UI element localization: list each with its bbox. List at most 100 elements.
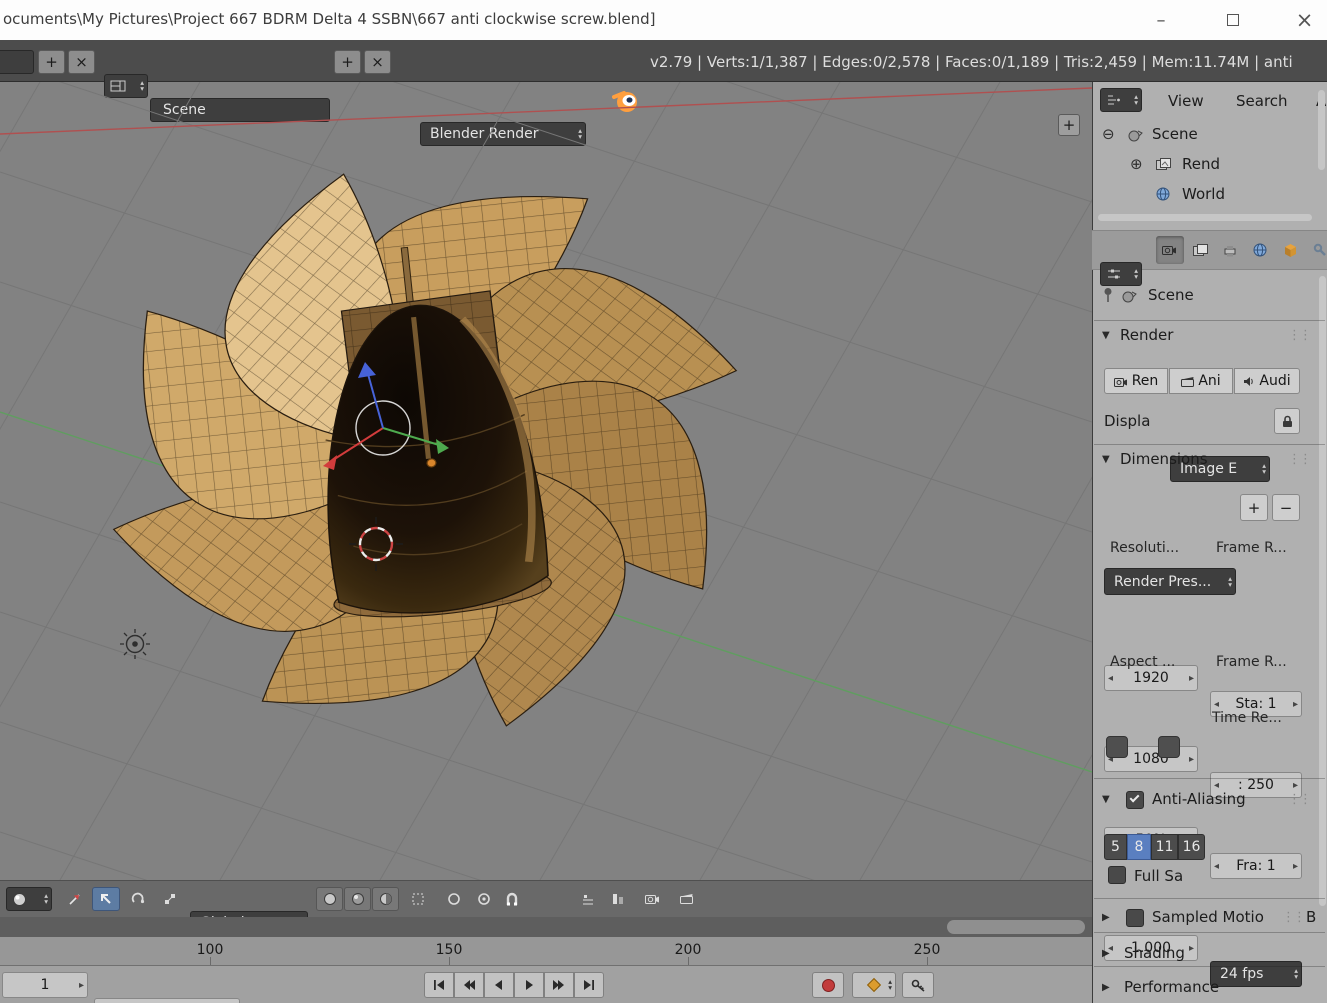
snap-align-button[interactable] bbox=[604, 887, 631, 911]
snap-toggle-button[interactable] bbox=[500, 887, 524, 911]
collapse-arrow-icon[interactable]: ▶ bbox=[1102, 912, 1110, 923]
outliner-vscrollbar[interactable] bbox=[1318, 90, 1325, 170]
delete-scene-button[interactable]: × bbox=[364, 50, 391, 74]
keying-set-button[interactable]: ▴▾ bbox=[852, 972, 896, 998]
add-scene-button[interactable]: + bbox=[334, 50, 361, 74]
time-remap-label: Time Re... bbox=[1212, 710, 1282, 726]
render-audio-button[interactable]: Audi bbox=[1234, 368, 1300, 394]
region-expand-button[interactable]: + bbox=[1058, 114, 1080, 136]
lamp-object[interactable] bbox=[120, 629, 150, 659]
frame-step-field[interactable]: ◂Fra: 1▸ bbox=[1210, 853, 1302, 879]
remove-preset-button[interactable]: − bbox=[1272, 494, 1300, 521]
dimensions-panel-title[interactable]: Dimensions bbox=[1120, 450, 1208, 468]
pin-icon[interactable] bbox=[1102, 287, 1114, 303]
close-button[interactable]: × bbox=[1282, 0, 1327, 40]
render-panel-title[interactable]: Render bbox=[1120, 326, 1173, 344]
outliner-search-menu[interactable]: Search bbox=[1236, 92, 1288, 110]
sampled-motion-panel-title[interactable]: Sampled Motio bbox=[1152, 908, 1264, 926]
pivot-sphere-button[interactable] bbox=[316, 887, 343, 911]
minimize-button[interactable]: – bbox=[1138, 0, 1184, 40]
delete-layout-button[interactable]: × bbox=[68, 50, 95, 74]
aa-samples-11-button[interactable]: 11 bbox=[1151, 834, 1178, 860]
collapse-arrow-icon[interactable]: ▼ bbox=[1102, 454, 1110, 465]
tab-object[interactable] bbox=[1276, 236, 1304, 264]
tab-world[interactable] bbox=[1246, 236, 1274, 264]
shading-sphere-button[interactable] bbox=[344, 887, 371, 911]
fps-select[interactable]: 24 fps▴▾ bbox=[1210, 961, 1302, 987]
maximize-button[interactable] bbox=[1210, 0, 1256, 40]
expand-toggle-icon[interactable]: ⊖ bbox=[1102, 125, 1115, 143]
manipulator-translate-button[interactable] bbox=[92, 887, 120, 911]
propeller-mesh[interactable] bbox=[70, 127, 779, 772]
lock-interface-button[interactable] bbox=[1274, 408, 1300, 434]
timeline-ruler[interactable]: 100 150 200 250 bbox=[0, 937, 1092, 965]
close-icon: × bbox=[371, 53, 384, 71]
collapse-arrow-icon[interactable]: ▼ bbox=[1102, 794, 1110, 805]
panel-grip-icon[interactable]: ⋮⋮ bbox=[1288, 452, 1310, 467]
properties-vscrollbar[interactable] bbox=[1319, 276, 1326, 906]
prev-keyframe-button[interactable] bbox=[454, 972, 484, 998]
timeline-scrollbar-track[interactable] bbox=[0, 917, 1092, 937]
antialiasing-panel-title[interactable]: Anti-Aliasing bbox=[1152, 790, 1246, 808]
tab-scene[interactable] bbox=[1216, 236, 1244, 264]
scale-icon bbox=[163, 892, 177, 906]
viewport-canvas[interactable] bbox=[0, 82, 1092, 880]
render-preset-select[interactable]: Render Pres... ▴▾ bbox=[1104, 568, 1236, 595]
outliner-item-renderlayers[interactable]: Rend bbox=[1182, 155, 1220, 173]
manipulator-toggle-button[interactable] bbox=[60, 887, 88, 911]
tab-render[interactable] bbox=[1156, 236, 1184, 264]
pivot-center-button[interactable] bbox=[440, 887, 467, 911]
render-animation-button[interactable]: Ani bbox=[1169, 368, 1233, 394]
frame-start-field[interactable]: 1 ▸ bbox=[2, 972, 88, 998]
outliner-item-scene[interactable]: Scene bbox=[1152, 125, 1198, 143]
shading-panel-title[interactable]: Shading bbox=[1124, 944, 1185, 962]
matcap-sphere-button[interactable] bbox=[372, 887, 399, 911]
manipulator-scale-button[interactable] bbox=[156, 887, 184, 911]
snap-target-button[interactable] bbox=[574, 887, 601, 911]
manipulator-rotate-button[interactable] bbox=[124, 887, 152, 911]
tab-modifiers[interactable] bbox=[1306, 236, 1327, 264]
performance-panel-title[interactable]: Performance bbox=[1124, 978, 1219, 996]
render-image-button[interactable]: Ren bbox=[1104, 368, 1168, 394]
border-checkbox[interactable] bbox=[1106, 736, 1128, 758]
properties-editor-select[interactable]: ▴▾ bbox=[1100, 262, 1142, 286]
panel-grip-icon[interactable]: ⋮⋮ bbox=[1288, 328, 1310, 343]
outliner-hscrollbar[interactable] bbox=[1098, 214, 1312, 221]
collapse-arrow-icon[interactable]: ▼ bbox=[1102, 330, 1110, 341]
jump-to-end-button[interactable] bbox=[574, 972, 604, 998]
expand-toggle-icon[interactable]: ⊕ bbox=[1130, 155, 1143, 173]
panel-grip-icon[interactable]: ⋮⋮ bbox=[1288, 792, 1310, 807]
add-preset-button[interactable]: + bbox=[1240, 494, 1268, 521]
pivot-point-button[interactable] bbox=[470, 887, 497, 911]
close-icon: × bbox=[1296, 8, 1314, 32]
insert-keyframe-button[interactable] bbox=[902, 972, 934, 998]
proportional-edit-button[interactable] bbox=[404, 887, 431, 911]
mode-selector[interactable]: ▴▾ bbox=[6, 887, 52, 911]
outliner-item-world[interactable]: World bbox=[1182, 185, 1226, 203]
sampled-motion-checkbox[interactable] bbox=[1126, 909, 1144, 927]
play-reverse-button[interactable] bbox=[484, 972, 514, 998]
next-keyframe-button[interactable] bbox=[544, 972, 574, 998]
panel-grip-icon[interactable]: ⋮⋮ bbox=[1282, 910, 1304, 925]
add-layout-button[interactable]: + bbox=[38, 50, 65, 74]
screen-layout-field[interactable] bbox=[0, 50, 34, 74]
record-button[interactable] bbox=[812, 972, 844, 998]
opengl-render-button[interactable] bbox=[638, 887, 668, 911]
aa-samples-5-button[interactable]: 5 bbox=[1104, 834, 1127, 860]
aa-samples-8-button[interactable]: 8 bbox=[1127, 834, 1151, 860]
tab-render-layers[interactable] bbox=[1186, 236, 1214, 264]
aa-samples-16-button[interactable]: 16 bbox=[1178, 834, 1205, 860]
outliner-view-menu[interactable]: View bbox=[1168, 92, 1204, 110]
timeline-scrollbar-handle[interactable] bbox=[947, 920, 1085, 934]
outliner-editor-select[interactable]: ▴▾ bbox=[1100, 88, 1142, 112]
full-sample-checkbox[interactable] bbox=[1108, 866, 1126, 884]
antialiasing-checkbox[interactable] bbox=[1126, 791, 1144, 809]
opengl-animation-button[interactable] bbox=[672, 887, 702, 911]
collapse-arrow-icon[interactable]: ▶ bbox=[1102, 948, 1110, 959]
frame-end-field[interactable]: ◂ End: 250 ▸ bbox=[94, 998, 240, 1003]
collapse-arrow-icon[interactable]: ▶ bbox=[1102, 982, 1110, 993]
play-button[interactable] bbox=[514, 972, 544, 998]
crop-checkbox[interactable] bbox=[1158, 736, 1180, 758]
window-title: ocuments\My Pictures\Project 667 BDRM De… bbox=[3, 10, 656, 28]
jump-to-start-button[interactable] bbox=[424, 972, 454, 998]
